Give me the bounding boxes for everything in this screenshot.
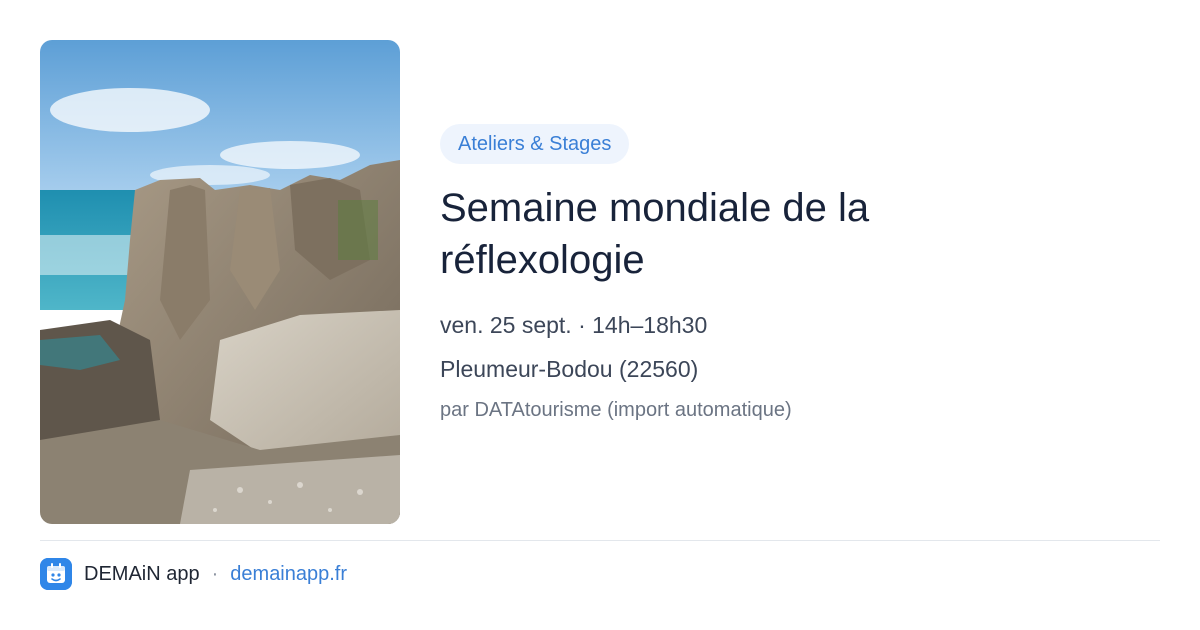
coastal-rocks-image [40,40,400,524]
event-source: par DATAtourisme (import automatique) [440,399,792,421]
event-photo [40,40,400,524]
demain-app-icon [40,558,72,590]
event-location: Pleumeur-Bodou (22560) [440,356,699,382]
category-badge[interactable]: Ateliers & Stages [440,124,630,164]
event-info: Ateliers & Stages Semaine mondiale de la… [440,124,1160,424]
footer: DEMAiN app · demainapp.fr [40,558,347,590]
site-link[interactable]: demainapp.fr [230,563,347,586]
event-title: Semaine mondiale de la réflexologie [440,186,870,282]
event-datetime: ven. 25 sept. · 14h–18h30 [440,312,708,338]
app-name: DEMAiN app [84,562,200,585]
footer-separator: · [211,562,219,585]
footer-divider [40,540,1160,541]
